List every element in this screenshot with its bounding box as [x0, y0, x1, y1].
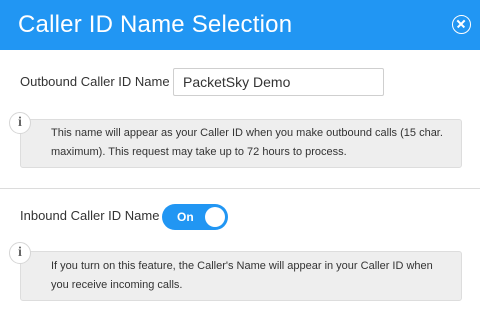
info-icon: i — [9, 242, 31, 264]
close-icon[interactable] — [452, 15, 471, 34]
outbound-info-text: This name will appear as your Caller ID … — [51, 127, 443, 158]
outbound-caller-id-input[interactable] — [173, 68, 384, 96]
inbound-info-text: If you turn on this feature, the Caller'… — [51, 260, 433, 291]
dialog-title: Caller ID Name Selection — [18, 11, 293, 38]
caller-id-dialog: Caller ID Name Selection Outbound Caller… — [0, 0, 480, 321]
dialog-header: Caller ID Name Selection — [0, 0, 480, 50]
inbound-caller-id-toggle[interactable]: On — [162, 204, 228, 230]
inbound-info-box: If you turn on this feature, the Caller'… — [20, 251, 462, 301]
outbound-caller-id-label: Outbound Caller ID Name — [20, 74, 170, 89]
inbound-caller-id-label: Inbound Caller ID Name — [20, 208, 160, 223]
info-icon: i — [9, 112, 31, 134]
outbound-info-box: This name will appear as your Caller ID … — [20, 119, 462, 168]
toggle-knob — [205, 207, 225, 227]
section-divider — [0, 188, 480, 189]
toggle-state-label: On — [177, 210, 194, 224]
